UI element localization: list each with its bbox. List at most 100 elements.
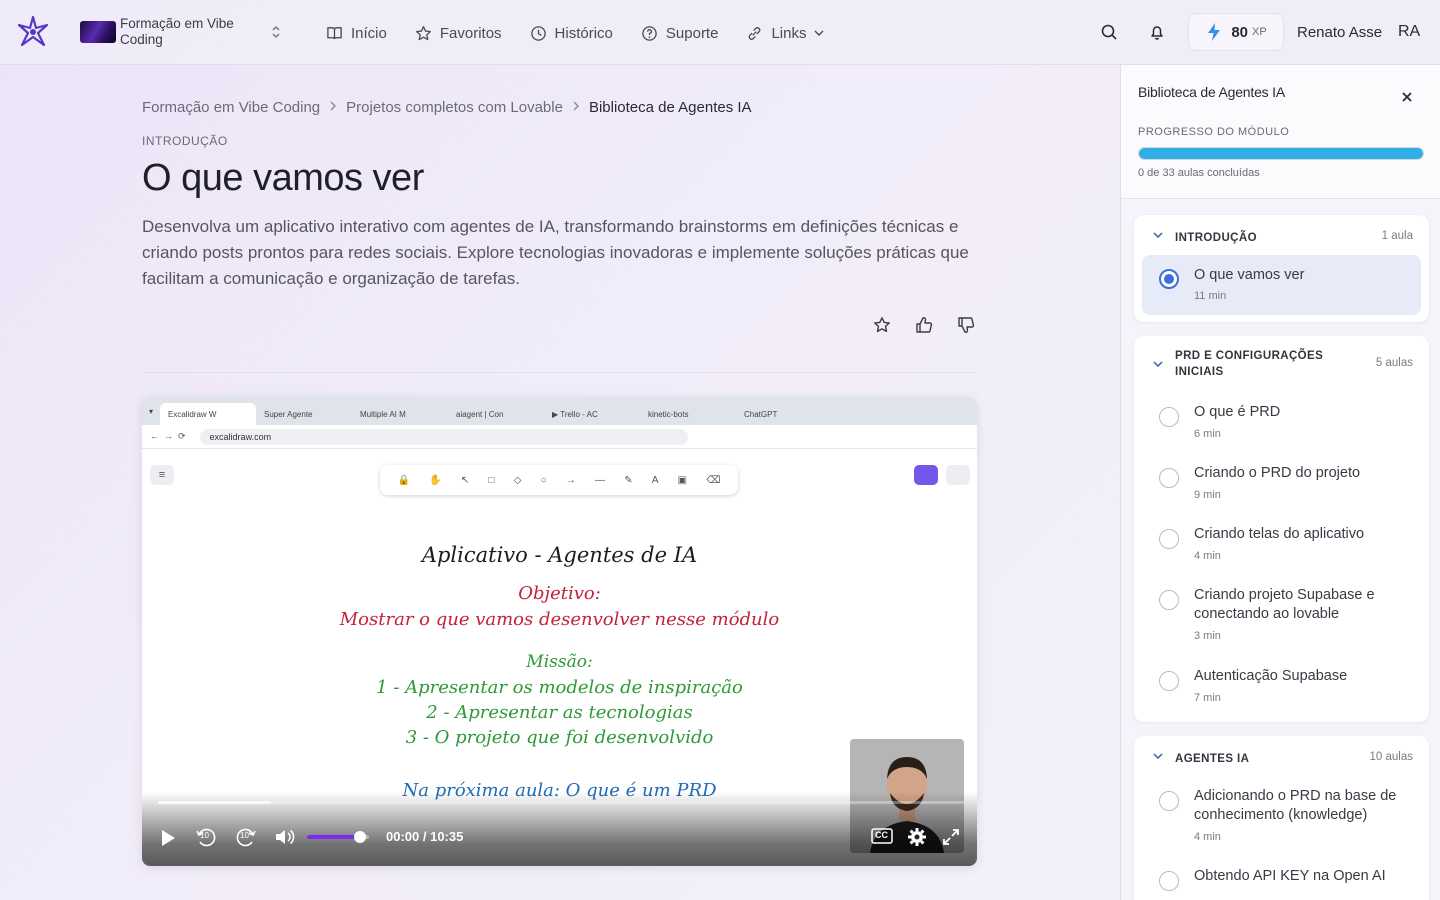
play-icon[interactable]	[158, 827, 178, 849]
thumbs-up-icon[interactable]	[912, 313, 936, 337]
sidebar-title: Biblioteca de Agentes IA	[1138, 84, 1285, 100]
xp-value: 80	[1231, 23, 1248, 41]
clock-icon	[530, 25, 546, 41]
nav-inicio[interactable]: Início	[326, 20, 387, 46]
lesson-radio	[1159, 671, 1179, 691]
avatar[interactable]: RA	[1398, 23, 1420, 41]
video-text-line: Missão:	[526, 652, 593, 672]
nav-historico-label: Histórico	[554, 24, 613, 42]
module-card: INTRODUÇÃO 1 aula O que vamos ver 11 min	[1134, 215, 1429, 322]
lesson-duration: 4 min	[1194, 831, 1221, 843]
rewind-label: 10	[200, 831, 209, 840]
lesson-item[interactable]: Criando o PRD do projeto 9 min	[1134, 453, 1429, 514]
forward-10-icon[interactable]: 10	[234, 825, 258, 849]
video-excalidraw-toolbar: 🔒 ✋ ↖ □ ◇ ○ → — ✎ A ▣ ⌫	[380, 465, 738, 495]
bell-icon[interactable]	[1145, 20, 1169, 44]
app-logo-icon[interactable]	[16, 15, 50, 49]
lesson-item[interactable]: Criando telas do aplicativo 4 min	[1134, 514, 1429, 575]
lightning-icon	[1208, 23, 1221, 41]
lesson-description: Desenvolva um aplicativo interativo com …	[142, 217, 969, 288]
settings-gear-icon[interactable]	[906, 826, 928, 848]
chevron-down-icon	[814, 30, 824, 36]
module-header[interactable]: PRD E CONFIGURAÇÕES INICIAIS 5 aulas	[1134, 336, 1429, 392]
xp-unit: XP	[1252, 26, 1267, 38]
video-seek-bar[interactable]	[158, 801, 964, 804]
lesson-title: O que vamos ver	[1194, 267, 1305, 283]
nav-favoritos[interactable]: Favoritos	[415, 20, 502, 46]
volume-knob[interactable]	[353, 831, 366, 843]
module-count: 1 aula	[1381, 230, 1413, 242]
lesson-duration: 11 min	[1194, 290, 1227, 302]
forward-label: 10	[240, 831, 249, 840]
module-card: AGENTES IA 10 aulas Adicionando o PRD na…	[1134, 736, 1429, 900]
lesson-duration: 4 min	[1194, 550, 1221, 562]
search-icon[interactable]	[1097, 20, 1121, 44]
lesson-duration: 3 min	[1194, 630, 1221, 642]
lesson-title: Obtendo API KEY na Open AI	[1194, 868, 1386, 884]
lesson-duration: 6 min	[1194, 428, 1221, 440]
lesson-item[interactable]: Adicionando o PRD na base de conheciment…	[1134, 776, 1429, 856]
fullscreen-icon[interactable]	[941, 827, 961, 847]
lesson-item[interactable]: O que é PRD 6 min	[1134, 392, 1429, 453]
divider	[142, 372, 976, 373]
video-text-line: 1 - Apresentar os modelos de inspiração	[376, 677, 743, 698]
lesson-radio	[1159, 871, 1179, 891]
breadcrumb: Formação em Vibe Coding Projetos complet…	[142, 99, 752, 116]
lesson-item[interactable]: Obtendo API KEY na Open AI	[1134, 856, 1429, 900]
course-name: Formação em Vibe Coding	[120, 16, 234, 47]
xp-badge[interactable]: 80 XP	[1188, 13, 1284, 51]
module-header[interactable]: INTRODUÇÃO 1 aula	[1134, 215, 1429, 255]
chevron-right-icon	[572, 100, 580, 115]
video-text-line: Objetivo:	[518, 583, 601, 604]
help-icon	[642, 25, 657, 41]
volume-icon[interactable]	[274, 827, 296, 847]
module-title: AGENTES IA	[1175, 753, 1250, 765]
module-count: 10 aulas	[1369, 751, 1413, 763]
close-icon[interactable]	[1395, 85, 1419, 109]
captions-icon[interactable]: CC	[871, 827, 893, 845]
user-name[interactable]: Renato Asse	[1297, 24, 1382, 41]
favorite-star-icon[interactable]	[870, 313, 894, 337]
lesson-title: Criando o PRD do projeto	[1194, 465, 1361, 481]
lesson-item[interactable]: Criando projeto Supabase e conectando ao…	[1134, 575, 1429, 656]
nav-suporte[interactable]: Suporte	[641, 20, 718, 46]
breadcrumb-current: Biblioteca de Agentes IA	[588, 99, 752, 116]
module-sidebar: Biblioteca de Agentes IA PROGRESSO DO MÓ…	[1120, 65, 1440, 900]
nav-favoritos-label: Favoritos	[439, 24, 502, 42]
lesson-title: Adicionando o PRD na base de conheciment…	[1194, 788, 1397, 823]
rewind-10-icon[interactable]: 10	[194, 825, 218, 849]
nav-links-label: Links	[771, 24, 807, 42]
nav-links[interactable]: Links	[746, 20, 826, 46]
lesson-actions	[870, 313, 978, 337]
lesson-radio	[1159, 529, 1179, 549]
nav-historico[interactable]: Histórico	[530, 20, 613, 46]
module-progress-fill	[1139, 148, 1423, 159]
module-header[interactable]: AGENTES IA 10 aulas	[1134, 736, 1429, 776]
thumbs-down-icon[interactable]	[954, 313, 978, 337]
share-icon	[914, 465, 938, 485]
video-time: 00:00 / 10:35	[386, 829, 464, 844]
breadcrumb-item[interactable]: Formação em Vibe Coding	[142, 99, 320, 116]
video-seek-buffer	[158, 801, 271, 804]
module-progress-bar	[1138, 147, 1424, 160]
video-browser-urlbar: ← → ⟳ excalidraw.com	[142, 425, 977, 449]
lesson-item[interactable]: O que vamos ver 11 min	[1142, 255, 1421, 315]
lesson-title: Criando telas do aplicativo	[1194, 526, 1365, 542]
video-player[interactable]: ▾ Excalidraw W Super Agente Multiple AI …	[142, 397, 977, 866]
lesson-duration: 9 min	[1194, 489, 1221, 501]
nav-inicio-label: Início	[351, 24, 387, 42]
volume-fill	[307, 835, 360, 839]
chevron-right-icon	[329, 100, 337, 115]
breadcrumb-item[interactable]: Projetos completos com Lovable	[346, 99, 563, 116]
lesson-title: Criando projeto Supabase e conectando ao…	[1194, 587, 1375, 622]
lesson-section-label: INTRODUÇÃO	[142, 134, 228, 148]
video-text-line: 2 - Apresentar as tecnologias	[426, 702, 693, 723]
lesson-item[interactable]: Autenticação Supabase 7 min	[1134, 656, 1429, 717]
course-switcher[interactable]: Formação em Vibe Coding	[80, 14, 290, 50]
video-browser-tab: Super Agente	[264, 409, 313, 419]
lesson-radio	[1159, 590, 1179, 610]
chevron-down-icon	[1153, 753, 1163, 760]
course-thumbnail	[80, 21, 116, 43]
chevron-down-icon	[1153, 232, 1163, 239]
progress-label: PROGRESSO DO MÓDULO	[1138, 126, 1290, 138]
